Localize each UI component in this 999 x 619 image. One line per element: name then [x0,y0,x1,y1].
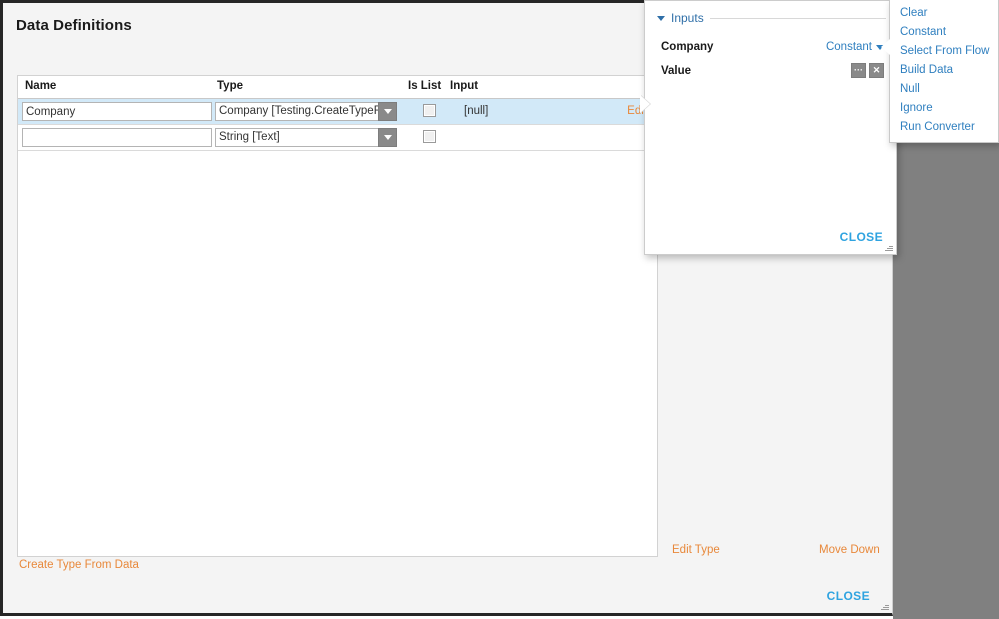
inputs-section-header[interactable]: Inputs [657,11,886,25]
menu-item-run-converter[interactable]: Run Converter [890,118,998,137]
row-input-value: [null] [464,105,489,117]
name-input[interactable] [22,102,212,121]
row-is-list-cell [423,130,436,143]
inputs-section-label: Inputs [671,11,704,25]
menu-item-null[interactable]: Null [890,80,998,99]
page-title: Data Definitions [16,17,132,34]
is-list-checkbox[interactable] [423,104,436,117]
input-mapping-type-dropdown[interactable]: Constant [826,41,884,53]
mapping-type-context-menu: Clear Constant Select From Flow Build Da… [889,0,999,143]
input-value-label: Value [661,64,692,77]
input-mapping-type-value: Constant [825,41,872,53]
is-list-checkbox[interactable] [423,130,436,143]
column-header-input: Input [450,80,479,92]
value-ellipsis-button[interactable]: ··· [851,63,866,78]
column-header-name: Name [25,80,57,92]
edit-type-link[interactable]: Edit Type [672,544,720,556]
chevron-down-icon [383,135,392,140]
value-clear-button[interactable]: ✕ [869,63,884,78]
data-definitions-table: Name Type Is List Input Company [Testing… [17,75,658,557]
dialog-resize-handle[interactable] [880,602,889,611]
menu-item-ignore[interactable]: Ignore [890,99,998,118]
name-input[interactable] [22,128,212,147]
row-type-cell: Company [Testing.CreateTypeFrom [215,102,397,121]
row-callout-pointer-icon [640,95,650,113]
create-type-from-data-link[interactable]: Create Type From Data [19,559,139,571]
input-row-company: Company Constant [661,41,884,53]
inputs-panel-close-button[interactable]: CLOSE [840,230,883,244]
column-header-is-list: Is List [408,80,442,92]
type-dropdown-button[interactable] [378,128,397,147]
type-select-display[interactable]: String [Text] [215,128,378,147]
row-is-list-cell [423,104,436,117]
collapse-triangle-icon[interactable] [657,15,665,21]
dialog-close-button[interactable]: CLOSE [827,589,870,603]
table-header-row: Name Type Is List Input [18,76,657,99]
section-divider [709,17,886,19]
table-row[interactable]: Company [Testing.CreateTypeFrom [null] E… [18,99,657,125]
menu-item-select-from-flow[interactable]: Select From Flow [890,42,998,61]
move-down-link[interactable]: Move Down [819,544,880,556]
inputs-panel-resize-handle[interactable] [884,243,893,252]
menu-item-build-data[interactable]: Build Data [890,61,998,80]
row-name-cell [22,102,212,121]
menu-item-constant[interactable]: Constant [890,23,998,42]
menu-item-clear[interactable]: Clear [890,4,998,23]
type-select-display[interactable]: Company [Testing.CreateTypeFrom [215,102,378,121]
value-button-group: ··· ✕ [851,63,884,78]
inputs-popup-panel: Inputs Company Constant Value ··· ✕ CLOS… [644,0,897,255]
table-row[interactable]: String [Text] [18,125,657,151]
column-header-type: Type [217,80,243,92]
chevron-down-icon [383,109,392,114]
type-dropdown-button[interactable] [378,102,397,121]
row-name-cell [22,128,212,147]
input-row-value: Value ··· ✕ [661,63,884,78]
row-type-cell: String [Text] [215,128,397,147]
input-company-label: Company [661,41,714,53]
context-menu-pointer-icon [881,39,890,55]
